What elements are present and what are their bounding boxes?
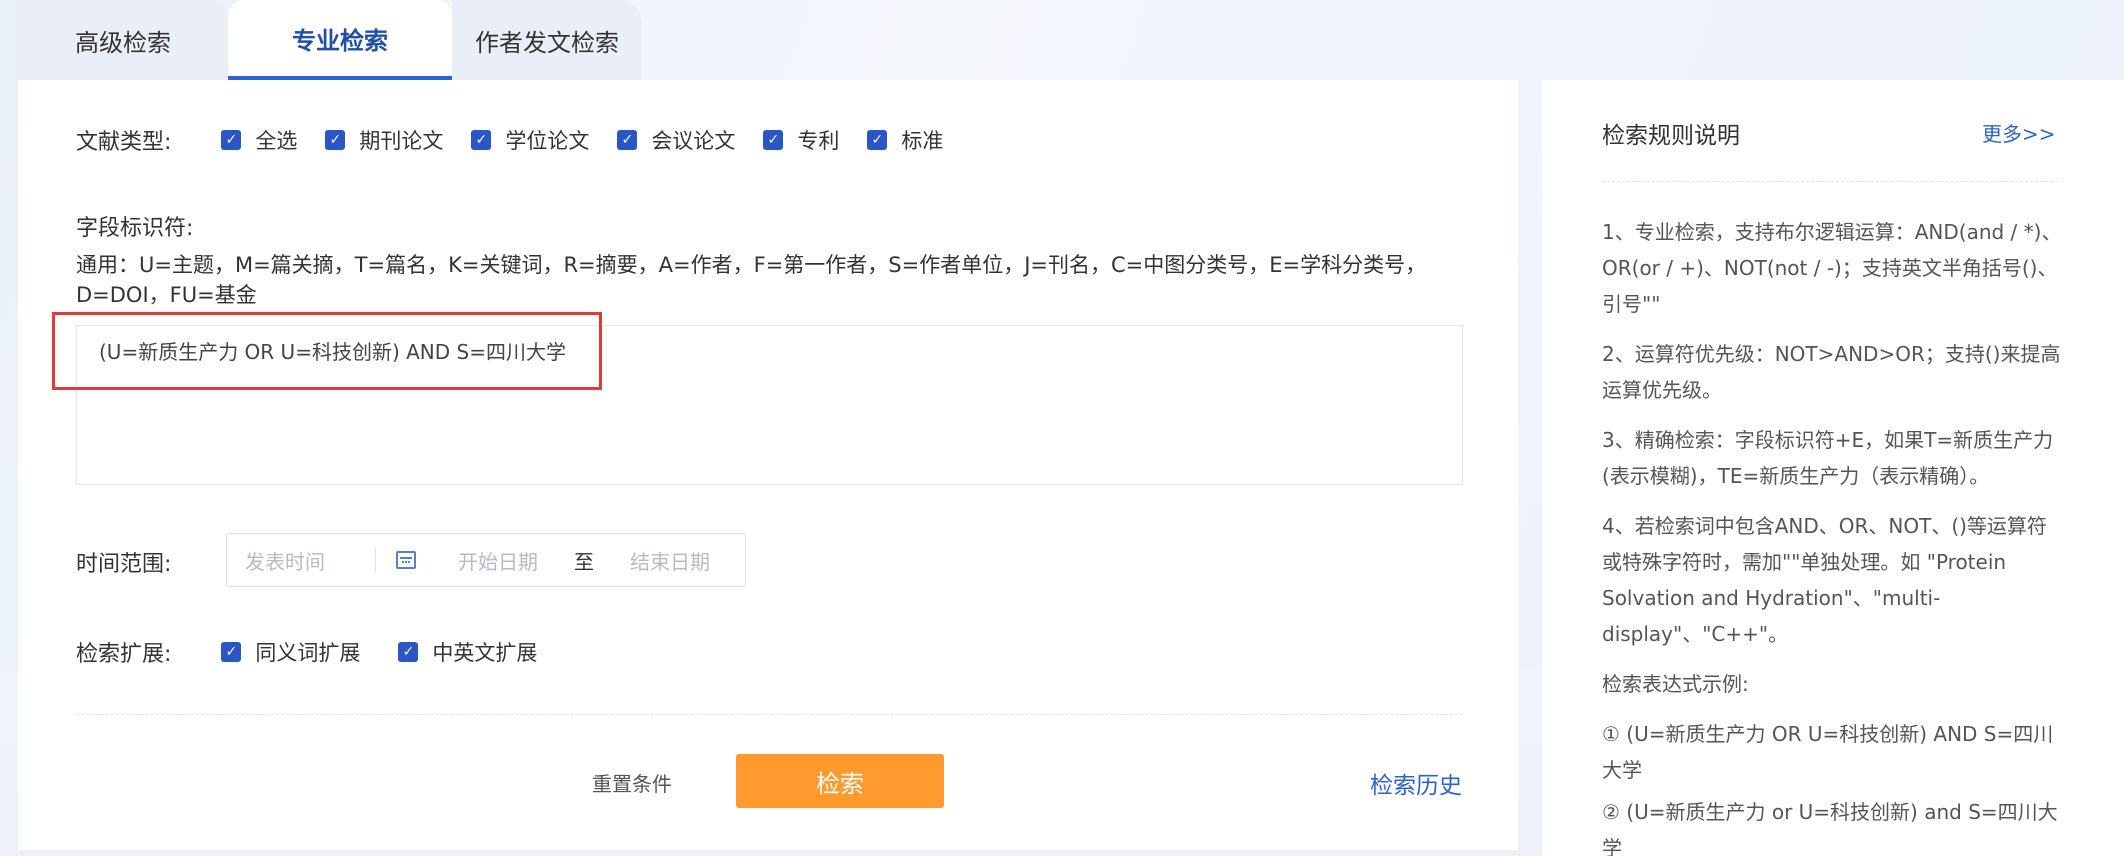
expand-row: 检索扩展: ✓ 同义词扩展 ✓ 中英文扩展 <box>76 636 565 668</box>
more-link[interactable]: 更多>> <box>1982 118 2056 147</box>
checkbox-conference[interactable]: ✓ <box>617 130 638 150</box>
checkbox-journal-label: 期刊论文 <box>359 129 444 153</box>
publish-time-select[interactable]: 发表时间 <box>245 546 355 575</box>
checkbox-bilingual-label: 中英文扩展 <box>432 641 538 665</box>
search-tabs: 高级检索 作者发文检索 专业检索 <box>18 0 658 80</box>
rules-panel: 检索规则说明 更多>> 1、专业检索，支持布尔逻辑运算：AND(and / *)… <box>1542 80 2124 856</box>
checkbox-synonym[interactable]: ✓ <box>221 642 242 662</box>
rules-body: 1、专业检索，支持布尔逻辑运算：AND(and / *)、OR(or / +)、… <box>1602 214 2064 856</box>
example-item: ② (U=新质生产力 or U=科技创新) and S=四川大学 <box>1602 800 2058 856</box>
date-to-label: 至 <box>574 549 594 574</box>
expand-options: ✓ 同义词扩展 ✓ 中英文扩展 <box>221 637 565 667</box>
end-date-input[interactable]: 结束日期 <box>630 546 710 575</box>
calendar-icon <box>396 551 416 569</box>
search-button[interactable]: 检索 <box>736 754 944 808</box>
date-separator <box>375 548 376 572</box>
query-text: (U=新质生产力 OR U=科技创新) AND S=四川大学 <box>99 340 566 364</box>
reset-button[interactable]: 重置条件 <box>592 768 672 797</box>
checkbox-journal[interactable]: ✓ <box>325 130 346 150</box>
tab-author-search[interactable]: 作者发文检索 <box>452 0 642 80</box>
doc-type-row: 文献类型: ✓ 全选 ✓ 期刊论文 ✓ 学位论文 ✓ 会议论文 ✓ 专利 ✓ 标… <box>76 124 971 156</box>
rule-item: 4、若检索词中包含AND、OR、NOT、()等运算符或特殊字符时，需加""单独处… <box>1602 514 2047 646</box>
search-form-panel: 文献类型: ✓ 全选 ✓ 期刊论文 ✓ 学位论文 ✓ 会议论文 ✓ 专利 ✓ 标… <box>18 80 1518 850</box>
checkbox-standard[interactable]: ✓ <box>867 130 888 150</box>
checkbox-thesis-label: 学位论文 <box>505 129 590 153</box>
field-identifier-title: 字段标识符: <box>76 216 194 241</box>
checkbox-patent[interactable]: ✓ <box>763 130 784 150</box>
checkbox-all[interactable]: ✓ <box>221 130 242 150</box>
checkbox-patent-label: 专利 <box>797 129 840 153</box>
rule-item: 3、精确检索：字段标识符+E，如果T=新质生产力(表示模糊)，TE=新质生产力（… <box>1602 428 2054 488</box>
example-item: ① (U=新质生产力 OR U=科技创新) AND S=四川大学 <box>1602 722 2054 782</box>
tab-professional-search[interactable]: 专业检索 <box>228 0 452 80</box>
checkbox-synonym-label: 同义词扩展 <box>255 641 361 665</box>
rule-item: 1、专业检索，支持布尔逻辑运算：AND(and / *)、OR(or / +)、… <box>1602 220 2062 316</box>
checkbox-thesis[interactable]: ✓ <box>471 130 492 150</box>
start-date-input[interactable]: 开始日期 <box>458 546 538 575</box>
date-range-picker[interactable]: 发表时间 开始日期 至 结束日期 <box>226 533 746 587</box>
time-range-label: 时间范围: <box>76 552 172 577</box>
form-divider <box>76 714 1463 715</box>
tab-advanced-search[interactable]: 高级检索 <box>18 0 228 80</box>
example-title: 检索表达式示例: <box>1602 672 1749 696</box>
checkbox-all-label: 全选 <box>255 129 298 153</box>
time-range-row: 时间范围: <box>76 546 171 578</box>
checkbox-standard-label: 标准 <box>901 129 944 153</box>
rule-item: 2、运算符优先级：NOT>AND>OR；支持()来提高运算优先级。 <box>1602 342 2061 402</box>
rules-title: 检索规则说明 <box>1602 123 1740 149</box>
checkbox-conference-label: 会议论文 <box>651 129 736 153</box>
query-textarea[interactable]: (U=新质生产力 OR U=科技创新) AND S=四川大学 <box>76 325 1463 485</box>
expand-label: 检索扩展: <box>76 642 172 667</box>
search-history-link[interactable]: 检索历史 <box>1370 766 1462 800</box>
checkbox-bilingual[interactable]: ✓ <box>398 642 419 662</box>
field-identifier-desc: 通用：U=主题，M=篇关摘，T=篇名，K=关键词，R=摘要，A=作者，F=第一作… <box>76 253 1427 307</box>
rules-divider <box>1602 181 2058 182</box>
doc-type-label: 文献类型: <box>76 130 172 155</box>
doc-type-options: ✓ 全选 ✓ 期刊论文 ✓ 学位论文 ✓ 会议论文 ✓ 专利 ✓ 标准 <box>221 125 971 155</box>
